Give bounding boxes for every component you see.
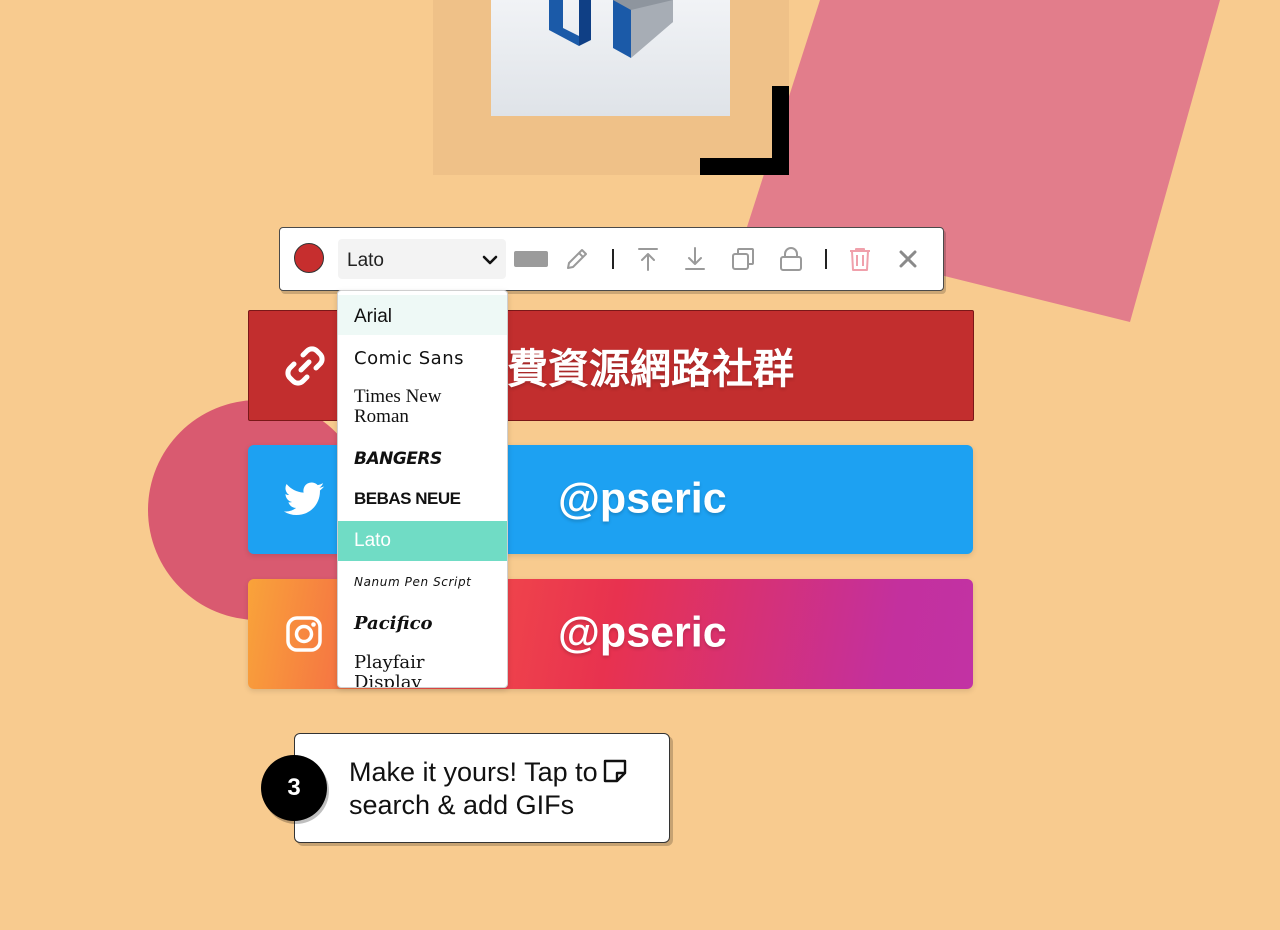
twitter-block-text: @pseric	[558, 474, 727, 523]
sticky-note-icon	[603, 759, 627, 783]
tutorial-tip-card[interactable]: Make it yours! Tap to search & add GIFs	[294, 733, 670, 843]
toolbar-divider	[825, 249, 827, 269]
font-option-arial[interactable]: Arial	[338, 295, 507, 335]
close-icon[interactable]	[895, 246, 921, 272]
font-select[interactable]: Lato	[338, 239, 506, 279]
logo-image[interactable]	[491, 0, 730, 116]
trash-icon[interactable]	[847, 246, 873, 272]
color-swatch-button[interactable]	[294, 243, 324, 273]
font-select-value: Lato	[347, 250, 384, 271]
font-option-nanum-pen-script[interactable]: Nanum Pen Script	[338, 563, 507, 601]
send-to-back-icon[interactable]	[682, 246, 708, 272]
rectangle-icon[interactable]	[514, 250, 548, 268]
instagram-icon	[286, 616, 322, 652]
duplicate-icon[interactable]	[730, 246, 756, 272]
twitter-icon	[283, 481, 325, 515]
font-option-comic-sans[interactable]: Comic Sans	[338, 337, 507, 381]
link-icon	[285, 345, 325, 386]
pencil-icon[interactable]	[564, 246, 590, 272]
font-option-times-new-roman[interactable]: Times New Roman	[338, 387, 488, 435]
element-toolbar: Lato	[279, 227, 944, 291]
tutorial-tip-text: Make it yours! Tap to search & add GIFs	[349, 757, 598, 820]
chevron-down-icon	[482, 255, 498, 265]
font-option-lato[interactable]: Lato	[338, 521, 507, 561]
font-option-playfair-display[interactable]: Playfair Display	[338, 653, 478, 688]
resize-corner-handle[interactable]	[700, 86, 789, 175]
font-dropdown: Arial Comic Sans Times New Roman Bangers…	[337, 290, 508, 688]
font-option-bebas-neue[interactable]: Bebas Neue	[338, 481, 507, 521]
step-number-badge: 3	[261, 755, 327, 821]
instagram-block-text: @pseric	[558, 608, 727, 657]
font-option-pacifico[interactable]: Pacifico	[338, 603, 507, 647]
lock-icon[interactable]	[778, 246, 804, 272]
font-option-bangers[interactable]: Bangers	[338, 441, 507, 481]
toolbar-divider	[612, 249, 614, 269]
bring-to-front-icon[interactable]	[635, 246, 661, 272]
link-block-text: 費資源網路社群	[507, 345, 794, 392]
